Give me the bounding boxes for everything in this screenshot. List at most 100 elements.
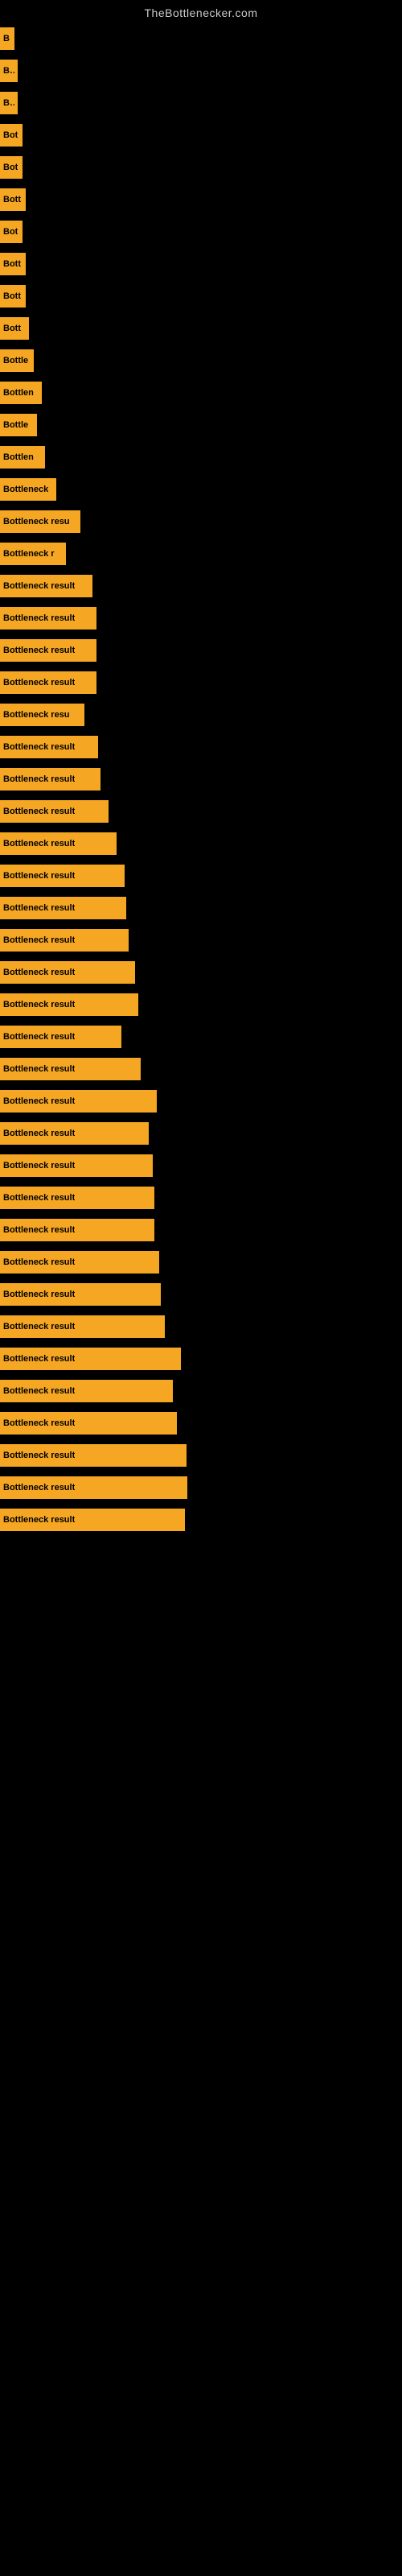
- bars-container: BBoBoBotBotBottBotBottBottBottBottleBott…: [0, 23, 402, 1536]
- bar-row: Bott: [0, 312, 402, 345]
- bar: Bottleneck result: [0, 832, 117, 855]
- bar: Bottleneck result: [0, 671, 96, 694]
- bar-label: Bottleneck resu: [3, 517, 70, 526]
- bar-label: Bottleneck result: [3, 839, 75, 848]
- bar: Bottleneck result: [0, 1315, 165, 1338]
- bar-row: Bott: [0, 184, 402, 216]
- bar: Bottleneck result: [0, 897, 126, 919]
- bar: Bottleneck result: [0, 1283, 161, 1306]
- bar: Bott: [0, 188, 26, 211]
- bar-label: Bo: [3, 66, 14, 76]
- bar-label: Bottleneck result: [3, 613, 75, 623]
- bar-label: Bottleneck result: [3, 646, 75, 655]
- bar-row: Bottleneck result: [0, 570, 402, 602]
- bar-label: Bottleneck result: [3, 1354, 75, 1364]
- bar: Bottleneck result: [0, 1122, 149, 1145]
- bar: Bot: [0, 221, 23, 243]
- bar-label: Bottleneck result: [3, 678, 75, 687]
- bar-label: Bottleneck r: [3, 549, 55, 559]
- bar-label: Bo: [3, 98, 14, 108]
- bar-label: Bottleneck result: [3, 1386, 75, 1396]
- bar-label: Bottleneck result: [3, 1418, 75, 1428]
- bar-label: Bot: [3, 130, 18, 140]
- bar-row: Bottleneck resu: [0, 699, 402, 731]
- bar: Bottleneck result: [0, 639, 96, 662]
- bar-label: Bottleneck result: [3, 807, 75, 816]
- bar-label: Bottleneck resu: [3, 710, 70, 720]
- bar-label: Bottleneck result: [3, 581, 75, 591]
- bar-row: Bo: [0, 87, 402, 119]
- bar: Bo: [0, 92, 18, 114]
- bar-label: Bottleneck result: [3, 968, 75, 977]
- bar: Bottleneck resu: [0, 510, 80, 533]
- bar-row: Bottleneck result: [0, 924, 402, 956]
- bar-row: Bottle: [0, 409, 402, 441]
- bar-label: Bott: [3, 291, 21, 301]
- bar-row: Bottlen: [0, 377, 402, 409]
- bar-row: Bottleneck result: [0, 989, 402, 1021]
- bar-row: Bottleneck result: [0, 1053, 402, 1085]
- bar-row: Bottleneck result: [0, 956, 402, 989]
- bar-row: Bot: [0, 216, 402, 248]
- bar: Bottleneck result: [0, 961, 135, 984]
- bar: Bot: [0, 156, 23, 179]
- bar: Bott: [0, 253, 26, 275]
- bar: Bo: [0, 60, 18, 82]
- bar-label: Bottleneck result: [3, 1515, 75, 1525]
- bar: Bottleneck result: [0, 1026, 121, 1048]
- bar: Bottle: [0, 414, 37, 436]
- bar-label: Bottleneck result: [3, 1451, 75, 1460]
- bar-row: Bottlen: [0, 441, 402, 473]
- bar: Bottleneck result: [0, 993, 138, 1016]
- bar-label: Bottle: [3, 356, 28, 365]
- bar-label: Bottleneck result: [3, 774, 75, 784]
- bar-label: Bottleneck: [3, 485, 48, 494]
- bar: Bottleneck result: [0, 1476, 187, 1499]
- bar-row: Bottleneck: [0, 473, 402, 506]
- bar-row: Bottleneck r: [0, 538, 402, 570]
- bar-row: Bottleneck result: [0, 1085, 402, 1117]
- bar-row: Bottleneck result: [0, 828, 402, 860]
- bar: Bott: [0, 285, 26, 308]
- bar-row: Bottleneck result: [0, 1375, 402, 1407]
- bar: Bottleneck result: [0, 865, 125, 887]
- bar-label: Bottleneck result: [3, 1129, 75, 1138]
- bar-row: Bottleneck result: [0, 1214, 402, 1246]
- bar-label: Bottleneck result: [3, 1096, 75, 1106]
- bar: Bott: [0, 317, 29, 340]
- bar-row: Bottleneck result: [0, 667, 402, 699]
- bar-label: Bottleneck result: [3, 1000, 75, 1009]
- bar: Bottleneck result: [0, 736, 98, 758]
- bar: Bottleneck result: [0, 1058, 141, 1080]
- bar-row: Bot: [0, 151, 402, 184]
- bar-row: Bottle: [0, 345, 402, 377]
- bar-row: Bottleneck result: [0, 634, 402, 667]
- bar-label: Bottleneck result: [3, 1064, 75, 1074]
- bar: Bottleneck result: [0, 1219, 154, 1241]
- bar: Bottleneck result: [0, 1380, 173, 1402]
- bar-label: Bottleneck result: [3, 1257, 75, 1267]
- bar: Bottleneck result: [0, 575, 92, 597]
- bar: Bottleneck resu: [0, 704, 84, 726]
- bar-label: Bottleneck result: [3, 742, 75, 752]
- bar-row: Bottleneck result: [0, 1150, 402, 1182]
- bar: Bottleneck result: [0, 1444, 187, 1467]
- bar: Bottleneck r: [0, 543, 66, 565]
- bar-label: Bot: [3, 163, 18, 172]
- bar-row: Bottleneck result: [0, 892, 402, 924]
- bar-label: Bottlen: [3, 388, 34, 398]
- bar-label: Bottleneck result: [3, 903, 75, 913]
- bar-label: Bottlen: [3, 452, 34, 462]
- bar-row: Bottleneck result: [0, 1311, 402, 1343]
- bar-row: Bot: [0, 119, 402, 151]
- bar-label: Bottleneck result: [3, 1483, 75, 1492]
- bar-label: Bottleneck result: [3, 935, 75, 945]
- bar-label: Bottleneck result: [3, 1161, 75, 1170]
- bar-label: Bott: [3, 195, 21, 204]
- bar-row: Bottleneck result: [0, 1117, 402, 1150]
- bar: Bot: [0, 124, 23, 147]
- bar-label: Bottleneck result: [3, 1032, 75, 1042]
- bar-label: Bottleneck result: [3, 1225, 75, 1235]
- bar-label: Bottleneck result: [3, 1193, 75, 1203]
- bar: Bottleneck result: [0, 768, 100, 791]
